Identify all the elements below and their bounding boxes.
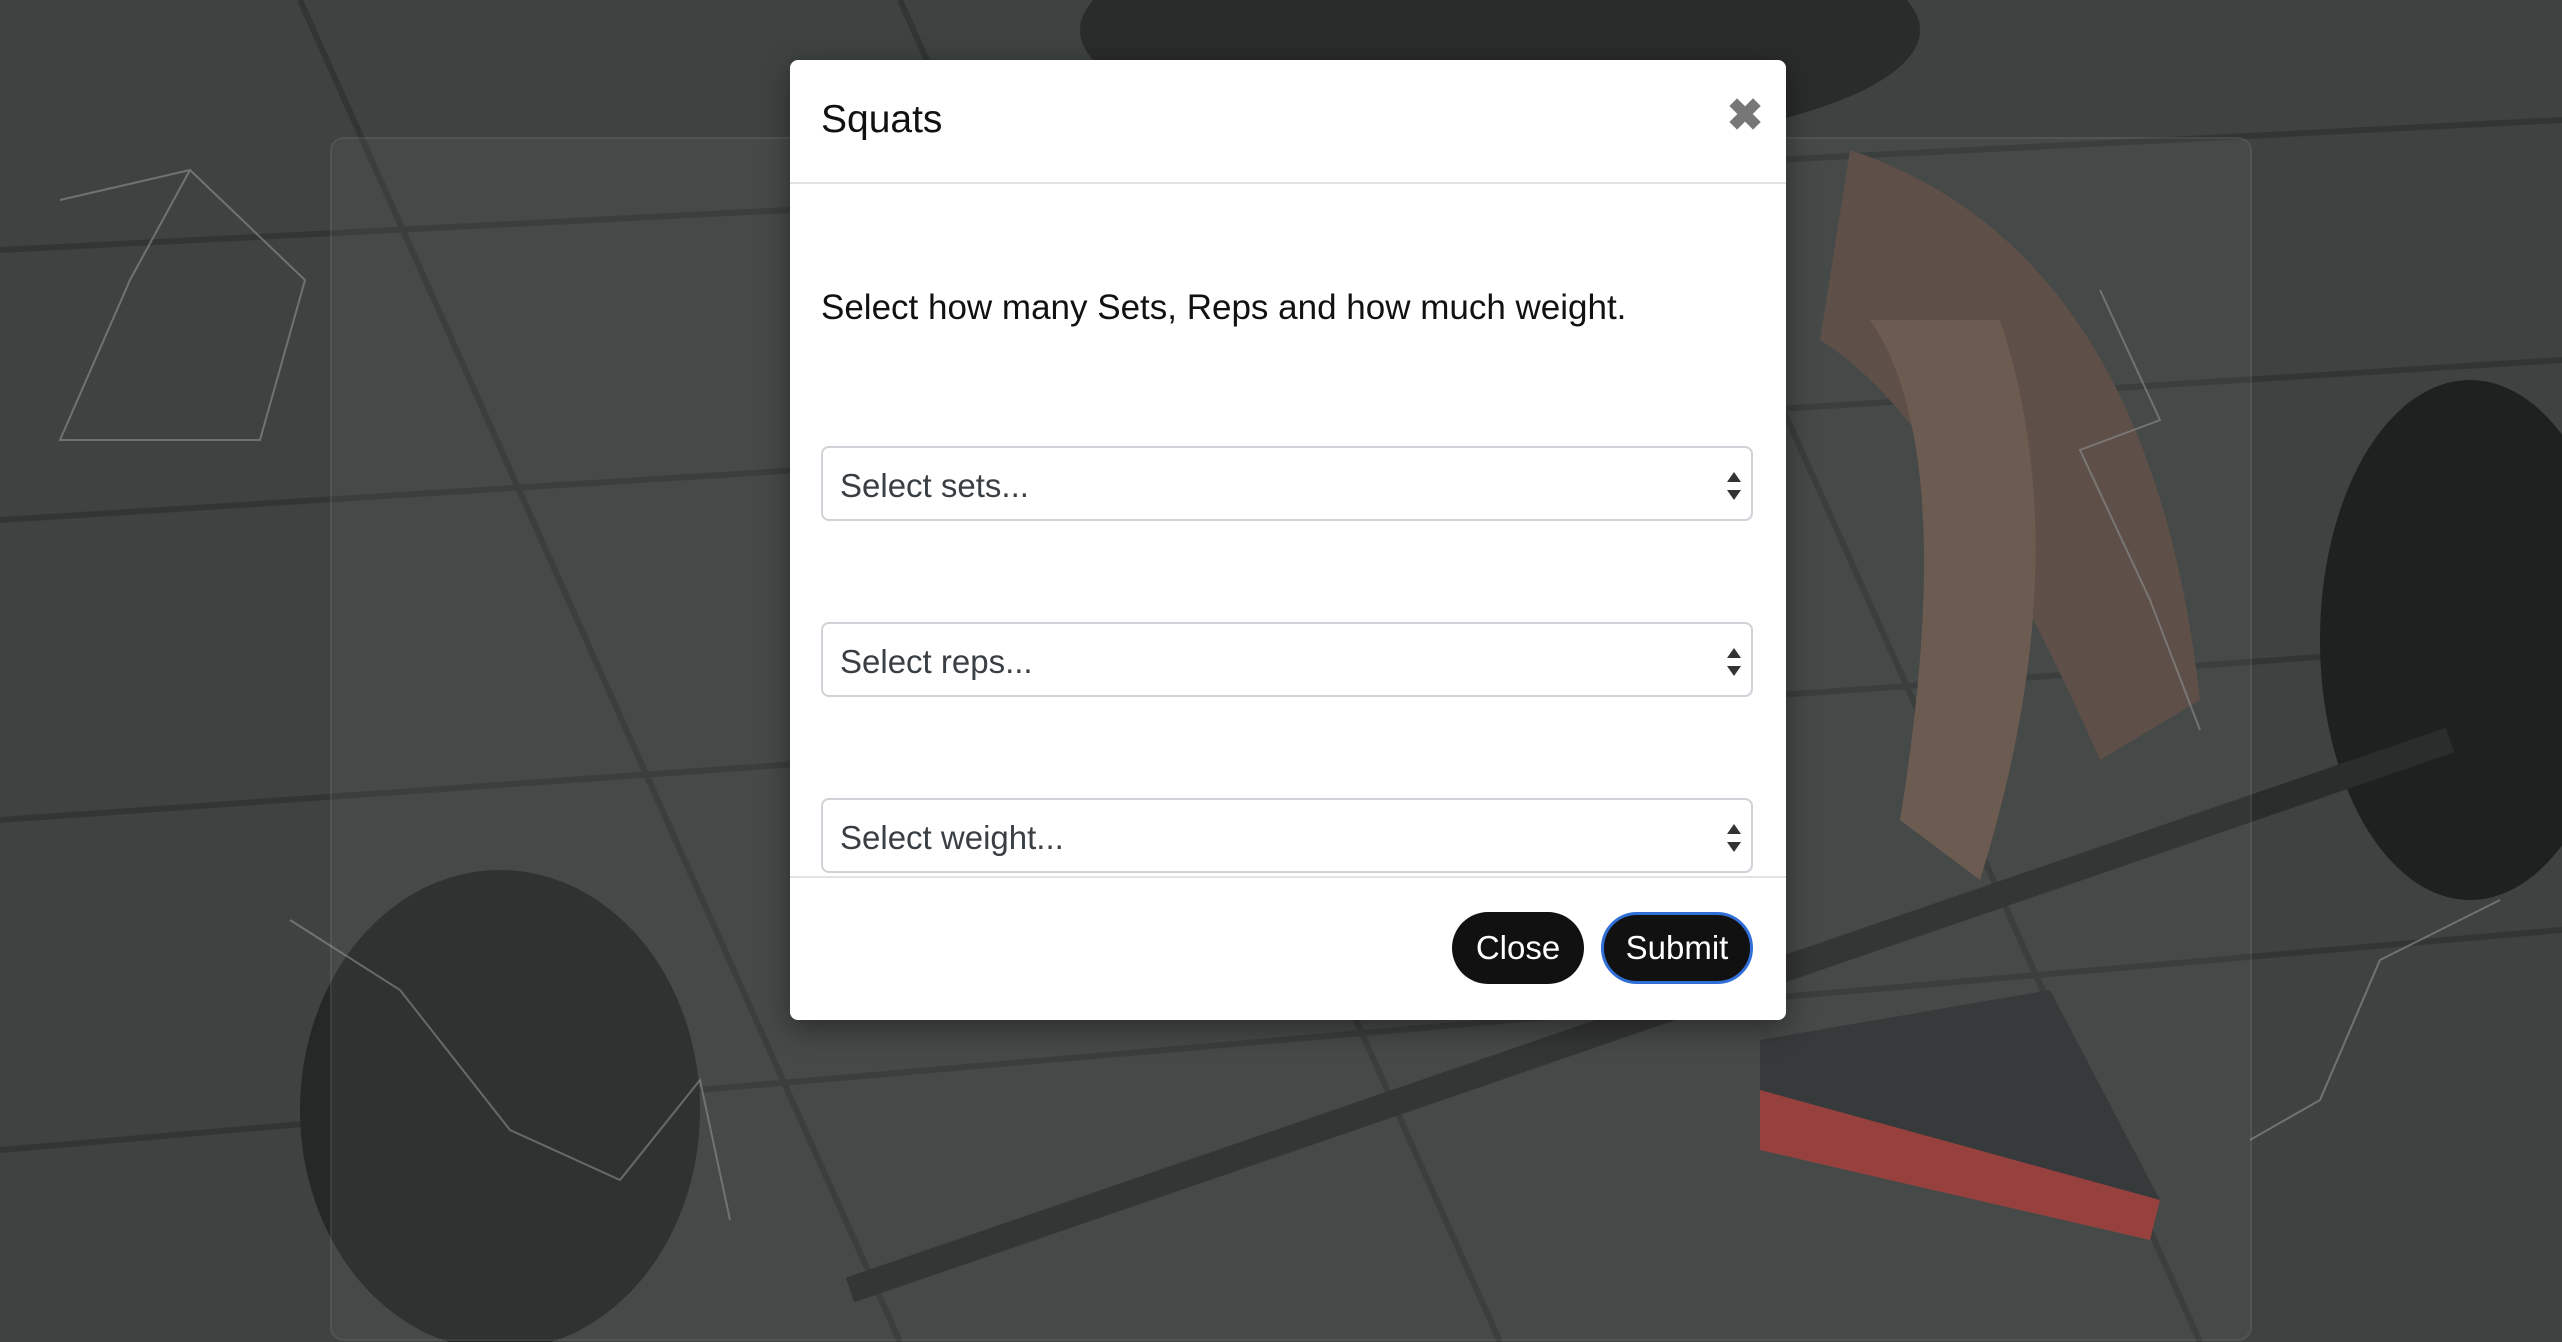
select-arrows-icon: [1727, 472, 1741, 500]
close-icon[interactable]: ✖: [1720, 90, 1770, 140]
reps-select[interactable]: Select reps...: [821, 622, 1753, 697]
close-button[interactable]: Close: [1452, 912, 1584, 984]
reps-select-value: Select reps...: [840, 643, 1033, 680]
modal-title: Squats: [821, 98, 943, 141]
weight-select-value: Select weight...: [840, 819, 1064, 856]
select-arrows-icon: [1727, 824, 1741, 852]
select-arrows-icon: [1727, 648, 1741, 676]
sets-select-value: Select sets...: [840, 467, 1029, 504]
instructions-text: Select how many Sets, Reps and how much …: [821, 288, 1627, 327]
modal-footer: Close Submit: [790, 876, 1786, 1020]
sets-select[interactable]: Select sets...: [821, 446, 1753, 521]
modal-body: Select how many Sets, Reps and how much …: [790, 184, 1786, 938]
weight-select[interactable]: Select weight...: [821, 798, 1753, 873]
page-stage: Squats ✖ Select how many Sets, Reps and …: [0, 0, 2562, 1342]
exercise-modal: Squats ✖ Select how many Sets, Reps and …: [790, 60, 1786, 1020]
submit-button[interactable]: Submit: [1601, 912, 1753, 984]
modal-header: Squats ✖: [790, 60, 1786, 184]
